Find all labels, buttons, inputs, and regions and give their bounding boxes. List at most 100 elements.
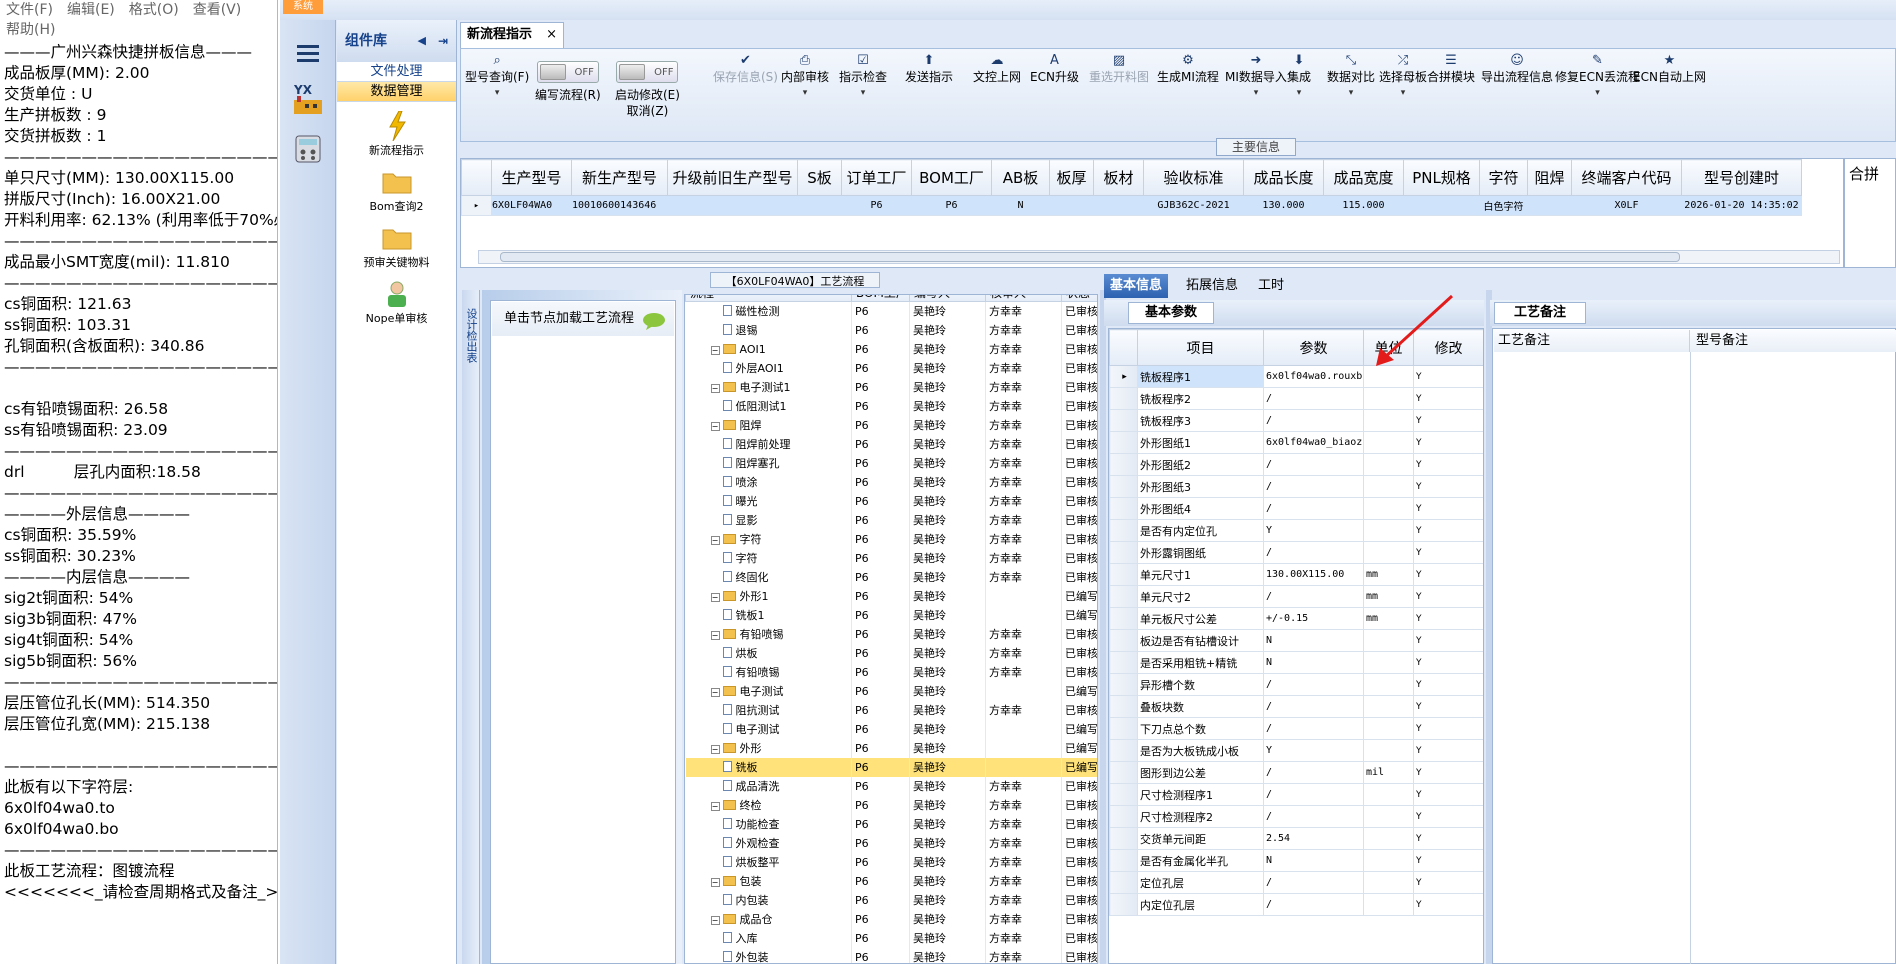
table-cell[interactable] <box>1363 849 1414 872</box>
table-cell[interactable]: Y <box>1413 585 1483 608</box>
table-cell[interactable]: Y <box>1413 695 1483 718</box>
table-cell[interactable]: 交货单元间距 <box>1137 827 1264 850</box>
table-row[interactable]: 铣板程序3/ Y <box>1109 409 1483 432</box>
column-header[interactable]: 生产型号 <box>491 159 572 196</box>
table-cell[interactable]: Y <box>1263 739 1364 762</box>
tree-row[interactable]: 阻抗测试 P6 吴艳玲 方幸幸 已审核 <box>685 700 1097 720</box>
tree-node[interactable]: − 阻焊 <box>685 415 852 435</box>
table-cell[interactable]: 单元板尺寸公差 <box>1137 607 1264 630</box>
table-cell[interactable]: / <box>1263 695 1364 718</box>
document-tab[interactable]: 新流程指示 × <box>460 22 564 48</box>
table-cell[interactable]: 外形图纸4 <box>1137 497 1264 520</box>
table-row[interactable]: 单元尺寸2/mm Y <box>1109 585 1483 608</box>
table-cell[interactable]: / <box>1263 541 1364 564</box>
table-cell[interactable] <box>1363 717 1414 740</box>
table-cell[interactable]: 6x0lf04wa0.rouxb <box>1263 365 1364 388</box>
table-cell[interactable] <box>1363 827 1414 850</box>
table-cell[interactable]: / <box>1263 805 1364 828</box>
ribbon-button-14[interactable]: ⤮ 选择母板 ▾ <box>1379 53 1427 101</box>
tree-node[interactable]: 阻焊塞孔 <box>685 453 852 473</box>
splitter[interactable] <box>1100 290 1106 964</box>
table-row[interactable]: 外形露铜图纸 / Y <box>1109 541 1483 564</box>
tree-row[interactable]: 阻焊前处理 P6 吴艳玲 方幸幸 已审核 <box>685 434 1097 454</box>
tree-row[interactable]: 铣板1 P6 吴艳玲 已编写 <box>685 605 1097 625</box>
menu-view[interactable]: 查看(V) <box>193 2 242 18</box>
tree-node[interactable]: 喷涂 <box>685 472 852 492</box>
menu-help[interactable]: 帮助(H) <box>6 22 55 38</box>
table-cell[interactable] <box>1363 475 1414 498</box>
tree-row[interactable]: 终固化 P6 吴艳玲 方幸幸 已审核 <box>685 567 1097 587</box>
table-cell[interactable]: P6 <box>841 195 912 216</box>
ribbon-button-11[interactable]: ➜ MI数据导入 ▾ <box>1225 53 1287 101</box>
table-row[interactable]: 内定位孔层 / Y <box>1109 893 1483 916</box>
tree-row[interactable]: − 有铅喷锡 P6 吴艳玲 方幸幸 已审核 <box>685 624 1097 644</box>
table-row[interactable]: 下刀点总个数 / Y <box>1109 717 1483 740</box>
table-cell[interactable]: Y <box>1413 871 1483 894</box>
ribbon-button-17[interactable]: ✎ 修复ECN丢流程 ▾ <box>1555 53 1640 101</box>
tree-column-header[interactable]: 状态 <box>1061 295 1097 302</box>
bi-column-header[interactable]: 参数 <box>1263 329 1364 366</box>
tree-row[interactable]: − 电子测试1 P6 吴艳玲 方幸幸 已审核 <box>685 377 1097 397</box>
tab-hours[interactable]: 工时 <box>1252 274 1290 298</box>
table-cell[interactable]: 异形槽个数 <box>1137 673 1264 696</box>
table-cell[interactable]: GJB362C-2021 <box>1143 195 1244 216</box>
tree-node[interactable]: 铣板 <box>685 757 852 777</box>
table-cell[interactable]: N <box>991 195 1050 216</box>
ribbon-button-5[interactable]: ☑ 指示检查 ▾ <box>839 53 887 101</box>
column-header[interactable]: 成品宽度 <box>1323 159 1404 196</box>
table-cell[interactable]: P6 <box>911 195 992 216</box>
tree-node[interactable]: 有铅喷锡 <box>685 662 852 682</box>
table-cell[interactable] <box>1363 739 1414 762</box>
tree-node[interactable]: − AOI1 <box>685 339 852 359</box>
tree-node[interactable]: − 终检 <box>685 795 852 815</box>
table-row[interactable]: 铣板程序2/ Y <box>1109 387 1483 410</box>
column-header[interactable]: 型号创建时 <box>1681 159 1802 196</box>
table-cell[interactable]: Y <box>1413 893 1483 916</box>
collapse-toggle-icon[interactable]: − <box>710 422 720 431</box>
table-cell[interactable] <box>1403 195 1480 216</box>
ribbon-button-10[interactable]: ⚙ 生成MI流程 <box>1157 53 1219 85</box>
table-row[interactable]: 外形图纸3/ Y <box>1109 475 1483 498</box>
column-header[interactable]: S板 <box>797 159 842 196</box>
table-row[interactable]: 图形到边公差 / mil Y <box>1109 761 1483 784</box>
tab-data-management[interactable]: 数据管理 <box>337 82 456 102</box>
tree-row[interactable]: − 终检 P6 吴艳玲 方幸幸 已审核 <box>685 795 1097 815</box>
collapse-toggle-icon[interactable]: − <box>710 345 720 355</box>
table-cell[interactable]: 130.000 <box>1243 195 1324 216</box>
new-process-item[interactable]: 新流程指示 <box>337 110 456 158</box>
tab-extended-info[interactable]: 拓展信息 <box>1180 274 1244 298</box>
table-cell[interactable]: N <box>1263 629 1364 652</box>
collapse-toggle-icon[interactable]: − <box>710 802 720 811</box>
table-cell[interactable] <box>667 195 798 216</box>
table-cell[interactable] <box>1363 871 1414 894</box>
tree-row[interactable]: 阻焊塞孔 P6 吴艳玲 方幸幸 已审核 <box>685 453 1097 473</box>
tree-row[interactable]: − 外形1 P6 吴艳玲 已编写 <box>685 586 1097 606</box>
table-cell[interactable]: / <box>1263 409 1364 432</box>
system-tab[interactable]: 系统 <box>283 0 323 14</box>
table-cell[interactable]: Y <box>1413 453 1483 476</box>
tree-node[interactable]: − 外形1 <box>685 586 852 606</box>
notepad-text-area[interactable]: ———广州兴森快捷拼板信息——— 成品板厚(MM): 2.00 交货单位 : U 生产… <box>4 42 277 903</box>
table-cell[interactable]: Y <box>1413 431 1483 454</box>
ribbon-button-sublabel[interactable]: 取消(Z) <box>615 103 680 119</box>
table-cell[interactable]: Y <box>1413 805 1483 828</box>
tree-node[interactable]: 字符 <box>685 548 852 568</box>
table-cell[interactable]: Y <box>1413 783 1483 806</box>
tree-row[interactable]: 显影 P6 吴艳玲 方幸幸 已审核 <box>685 510 1097 530</box>
collapse-toggle-icon[interactable]: − <box>710 688 720 697</box>
column-header[interactable]: PNL规格 <box>1403 159 1480 196</box>
ribbon-button-8[interactable]: A ECN升级 <box>1030 53 1079 85</box>
tree-node[interactable]: 铣板1 <box>685 605 852 625</box>
column-header[interactable]: 阻焊 <box>1527 159 1572 196</box>
process-hint[interactable]: 单击节点加载工艺流程 <box>492 302 674 336</box>
table-cell[interactable]: 是否为大板铣成小板 <box>1137 739 1264 762</box>
table-cell[interactable]: 是否有内定位孔 <box>1137 519 1264 542</box>
tree-row[interactable]: 喷涂 P6 吴艳玲 方幸幸 已审核 <box>685 472 1097 492</box>
table-cell[interactable] <box>1363 453 1414 476</box>
tree-node[interactable]: 入库 <box>685 928 852 948</box>
menu-edit[interactable]: 编辑(E) <box>67 2 115 18</box>
chevron-down-icon[interactable]: ▾ <box>1555 85 1640 101</box>
collapse-arrow-icon[interactable]: ◀ <box>418 20 426 62</box>
table-cell[interactable] <box>1363 519 1414 542</box>
collapse-toggle-icon[interactable]: − <box>710 536 720 545</box>
